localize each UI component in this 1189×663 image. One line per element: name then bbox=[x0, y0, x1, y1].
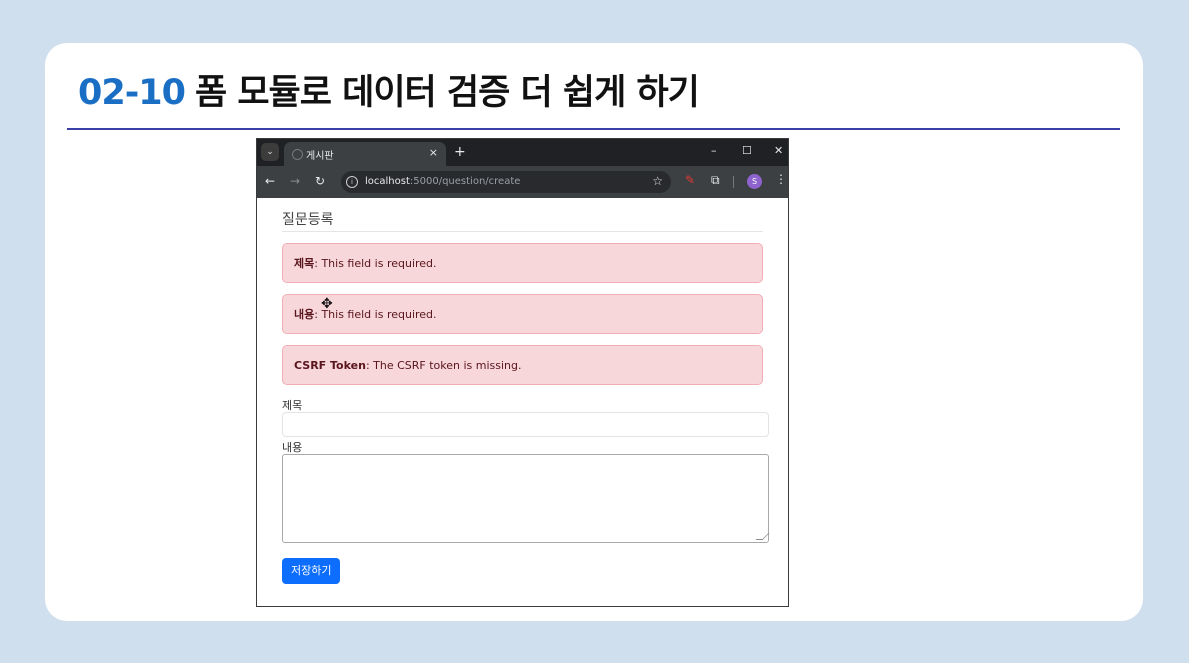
back-icon[interactable]: ← bbox=[265, 174, 275, 188]
reload-icon[interactable]: ↻ bbox=[315, 174, 325, 188]
url-path: :5000/question/create bbox=[409, 176, 521, 187]
move-cursor-icon: ✥ bbox=[321, 296, 333, 312]
subject-label: 제목 bbox=[282, 399, 303, 412]
subject-input[interactable] bbox=[282, 412, 769, 437]
url-host: localhost bbox=[365, 176, 410, 187]
error-message: : The CSRF token is missing. bbox=[365, 359, 522, 372]
forward-icon[interactable]: → bbox=[290, 174, 300, 188]
browser-tab[interactable]: 게시판 × bbox=[284, 142, 446, 166]
tab-bar: ⌄ 게시판 × + – ☐ ✕ bbox=[257, 139, 788, 166]
save-button[interactable]: 저장하기 bbox=[282, 558, 341, 584]
extension-pen-icon[interactable]: ✎ bbox=[685, 174, 695, 186]
error-alert: 내용: This field is required. bbox=[282, 294, 763, 334]
resize-grip-icon[interactable] bbox=[755, 533, 770, 540]
bookmark-star-icon[interactable]: ☆ bbox=[652, 174, 663, 188]
content-textarea[interactable] bbox=[282, 454, 770, 543]
window-close-icon[interactable]: ✕ bbox=[774, 144, 783, 157]
browser-window: ⌄ 게시판 × + – ☐ ✕ ← → ↻ i localhost:5000/q… bbox=[256, 138, 789, 607]
error-message: : This field is required. bbox=[314, 257, 437, 270]
error-field: 제목 bbox=[294, 257, 315, 270]
tab-search-icon[interactable]: ⌄ bbox=[261, 143, 279, 161]
slide-number: 02-10 bbox=[78, 73, 186, 113]
slide-title: 02-10 폼 모듈로 데이터 검증 더 쉽게 하기 bbox=[78, 71, 700, 115]
tab-close-icon[interactable]: × bbox=[429, 146, 438, 159]
site-info-icon[interactable]: i bbox=[346, 176, 358, 188]
error-alert: CSRF Token: The CSRF token is missing. bbox=[282, 345, 763, 385]
error-field: CSRF Token bbox=[294, 359, 366, 372]
address-bar[interactable]: i localhost:5000/question/create ☆ bbox=[341, 171, 671, 193]
maximize-icon[interactable]: ☐ bbox=[742, 144, 752, 157]
extensions-puzzle-icon[interactable]: ⧉ bbox=[711, 173, 720, 188]
more-menu-icon[interactable]: ⋮ bbox=[775, 172, 787, 186]
error-field: 내용 bbox=[294, 308, 315, 321]
page-content: 질문등록 제목: This field is required. 내용: Thi… bbox=[257, 198, 788, 584]
page-title: 질문등록 bbox=[282, 198, 763, 232]
toolbar-divider bbox=[733, 176, 734, 188]
url-text: localhost:5000/question/create bbox=[365, 176, 520, 187]
tab-title: 게시판 bbox=[306, 151, 334, 162]
error-alert: 제목: This field is required. bbox=[282, 243, 763, 283]
profile-avatar[interactable]: S bbox=[747, 174, 762, 189]
title-underline bbox=[67, 128, 1120, 130]
content-label: 내용 bbox=[282, 441, 303, 454]
new-tab-icon[interactable]: + bbox=[454, 144, 466, 160]
browser-toolbar: ← → ↻ i localhost:5000/question/create ☆… bbox=[257, 166, 788, 198]
globe-icon bbox=[292, 149, 303, 160]
slide-title-text: 폼 모듈로 데이터 검증 더 쉽게 하기 bbox=[194, 73, 700, 113]
minimize-icon[interactable]: – bbox=[711, 144, 717, 157]
